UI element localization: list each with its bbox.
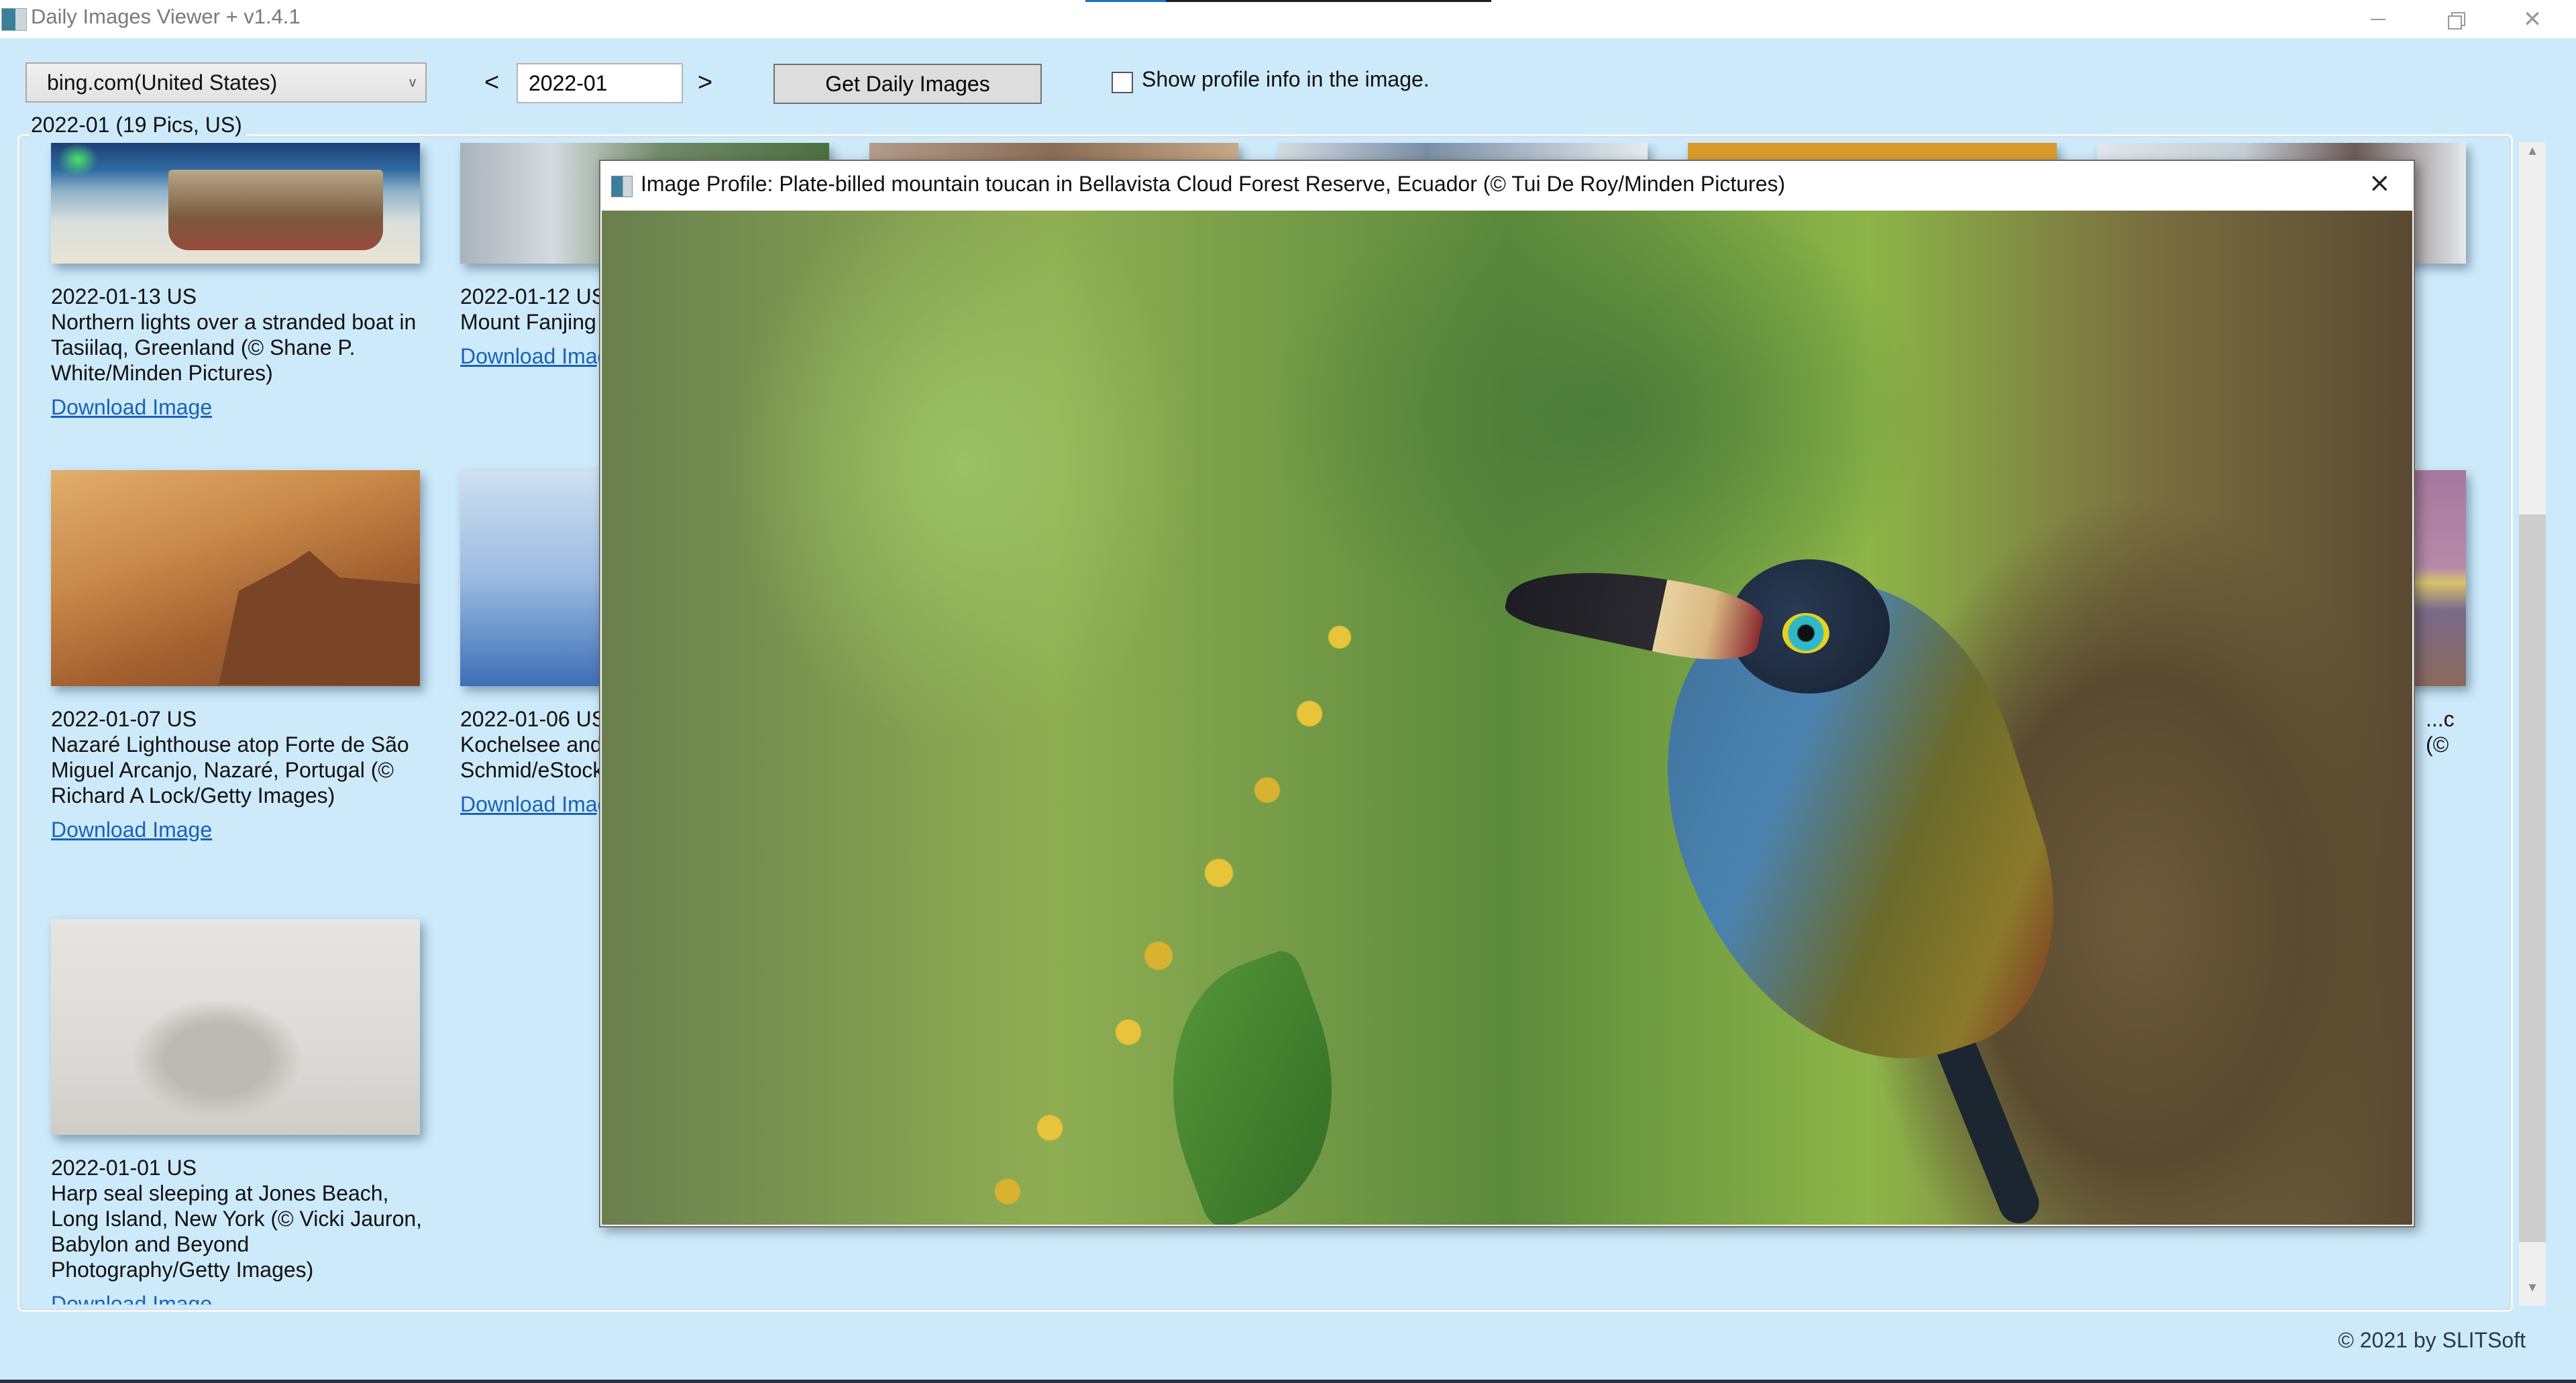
dialog-close-button[interactable]: ×: [2368, 168, 2391, 199]
restore-button[interactable]: [2418, 0, 2492, 38]
month-input[interactable]: [517, 63, 683, 103]
close-button[interactable]: ✕: [2496, 0, 2569, 38]
get-daily-images-button[interactable]: Get Daily Images: [773, 64, 1042, 104]
copyright-footer: © 2021 by SLITSoft: [2338, 1328, 2526, 1352]
card-meta: 2022-01-13 US Northern lights over a str…: [51, 284, 427, 386]
taskbar-strip: [0, 1380, 2576, 1383]
dialog-app-icon: [611, 176, 633, 197]
minimize-button[interactable]: [2341, 0, 2415, 38]
taskbar-indicator-active: [1085, 0, 1166, 2]
show-profile-label: Show profile info in the image.: [1142, 67, 1430, 91]
next-month-button[interactable]: >: [698, 64, 712, 101]
download-link[interactable]: Download Image: [460, 344, 621, 369]
profile-image: [602, 211, 2412, 1225]
taskbar-indicator: [1085, 0, 1491, 2]
card-meta: 2022-01-07 US Nazaré Lighthouse atop For…: [51, 706, 427, 808]
image-card: 2022-01-07 US Nazaré Lighthouse atop For…: [51, 470, 427, 842]
close-icon: ✕: [2522, 5, 2542, 33]
image-card: 2022-01-13 US Northern lights over a str…: [51, 143, 427, 420]
close-icon: ×: [2368, 168, 2391, 199]
card-title: Harp seal sleeping at Jones Beach, Long …: [51, 1181, 423, 1282]
prev-month-button[interactable]: <: [484, 64, 499, 101]
download-link[interactable]: Download Image: [51, 1292, 212, 1305]
restore-icon: [2448, 11, 2465, 30]
gallery-group-label: 2022-01 (19 Pics, US): [30, 113, 246, 137]
minimize-icon: [2371, 18, 2385, 20]
card-title: Nazaré Lighthouse atop Forte de São Migu…: [51, 732, 409, 808]
show-profile-checkbox[interactable]: [1112, 72, 1133, 93]
image-card: 2022-01-01 US Harp seal sleeping at Jone…: [51, 919, 427, 1305]
card-title: Northern lights over a stranded boat in …: [51, 310, 417, 385]
card-date: 2022-01-01 US: [51, 1156, 197, 1180]
card-meta: 2022-01-01 US Harp seal sleeping at Jone…: [51, 1155, 427, 1282]
gallery-scrollbar[interactable]: ▴ ▾: [2519, 142, 2546, 1306]
app-icon: [1, 8, 27, 31]
image-profile-dialog: Image Profile: Plate-billed mountain tou…: [599, 160, 2415, 1227]
download-link[interactable]: Download Image: [460, 792, 621, 817]
card-date: 2022-01-13 US: [51, 284, 197, 309]
card-date: 2022-01-07 US: [51, 707, 197, 731]
card-title: ...c (©: [2426, 707, 2455, 757]
toucan-eye: [1782, 613, 1829, 653]
download-link[interactable]: Download Image: [51, 395, 212, 420]
download-link[interactable]: Download Image: [51, 818, 212, 842]
scroll-up-arrow-icon[interactable]: ▴: [2519, 142, 2546, 169]
source-select[interactable]: bing.com(United States) v: [25, 62, 427, 103]
thumbnail[interactable]: [51, 143, 420, 264]
source-select-value: bing.com(United States): [47, 70, 278, 95]
window-title: Daily Images Viewer + v1.4.1: [31, 5, 301, 28]
scroll-thumb[interactable]: [2519, 514, 2546, 1242]
thumbnail[interactable]: [51, 919, 420, 1135]
dialog-title: Image Profile: Plate-billed mountain tou…: [641, 172, 1786, 196]
chevron-down-icon: v: [409, 75, 416, 90]
scroll-down-arrow-icon[interactable]: ▾: [2519, 1279, 2546, 1306]
thumbnail[interactable]: [51, 470, 420, 686]
title-bar: Daily Images Viewer + v1.4.1 ✕: [0, 0, 2576, 38]
